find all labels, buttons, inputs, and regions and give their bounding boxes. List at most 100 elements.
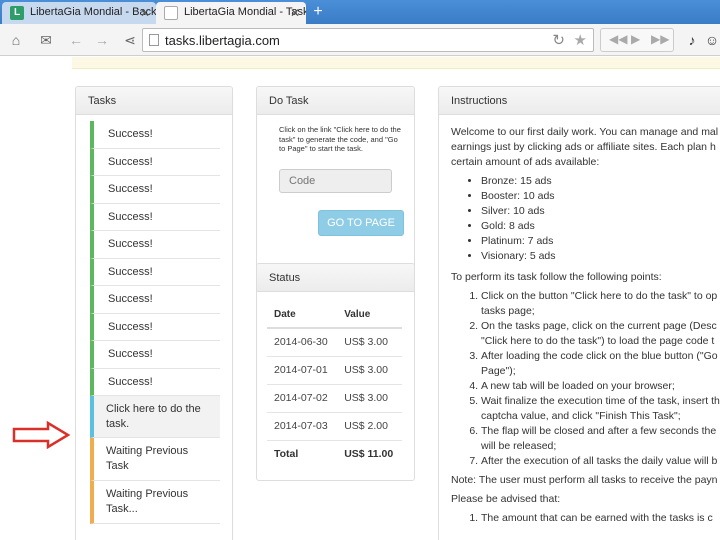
step-line: Wait finalize the execution time of the … bbox=[481, 395, 720, 407]
table-row: 2014-06-30 US$ 3.00 bbox=[267, 328, 402, 357]
browser-tab-backoffice[interactable]: L LibertaGia Mondial - BackOf ✕ bbox=[2, 2, 156, 24]
step-item: A new tab will be loaded on your browser… bbox=[481, 379, 720, 394]
forward-icon[interactable]: → bbox=[92, 30, 112, 50]
plan-item: Booster: 10 ads bbox=[481, 189, 720, 204]
task-item: Success! bbox=[90, 286, 220, 314]
instructions-panel: Instructions Welcome to our first daily … bbox=[438, 86, 720, 540]
step-item: Wait finalize the execution time of the … bbox=[481, 394, 720, 424]
row-value: US$ 2.00 bbox=[337, 412, 402, 441]
task-item: Success! bbox=[90, 121, 220, 149]
row-date: 2014-06-30 bbox=[267, 328, 338, 357]
advisory-list: The amount that can be earned with the t… bbox=[481, 511, 720, 526]
total-row: Total US$ 11.00 bbox=[267, 440, 402, 468]
browser-toolbar: ⌂ ✉ ← → ⋖ tasks.libertagia.com ↻ ★ ◀◀ ▶ … bbox=[0, 24, 720, 56]
browser-tabstrip: L LibertaGia Mondial - BackOf ✕ LibertaG… bbox=[0, 0, 720, 24]
cursor-arrow-icon bbox=[12, 421, 70, 449]
steps-intro: To perform its task follow the following… bbox=[451, 271, 662, 283]
intro-line: certain amount of ads available: bbox=[451, 156, 600, 168]
close-tab-icon[interactable]: ✕ bbox=[290, 6, 300, 20]
row-date: 2014-07-02 bbox=[267, 384, 338, 413]
status-panel-title: Status bbox=[257, 264, 414, 292]
step-line: captcha value, and click "Finish This Ta… bbox=[481, 410, 681, 422]
plans-list: Bronze: 15 ads Booster: 10 ads Silver: 1… bbox=[481, 174, 720, 264]
instructions-advised: Please be advised that: bbox=[451, 493, 561, 505]
plan-item: Visionary: 5 ads bbox=[481, 249, 720, 264]
intro-line: Welcome to our first daily work. You can… bbox=[451, 126, 719, 138]
task-item: Success! bbox=[90, 368, 220, 396]
reload-icon[interactable]: ↻ bbox=[552, 31, 565, 49]
step-item: After loading the code click on the blue… bbox=[481, 349, 720, 379]
step-line: On the tasks page, click on the current … bbox=[481, 320, 717, 332]
do-task-panel-title: Do Task bbox=[257, 87, 414, 115]
task-item: Success! bbox=[90, 231, 220, 259]
plan-item: Bronze: 15 ads bbox=[481, 174, 720, 189]
row-value: US$ 3.00 bbox=[337, 356, 402, 385]
code-input[interactable] bbox=[279, 169, 392, 193]
step-item: Click on the button "Click here to do th… bbox=[481, 289, 720, 319]
task-item: Waiting Previous Task bbox=[90, 438, 220, 481]
url-text[interactable]: tasks.libertagia.com bbox=[165, 33, 280, 48]
close-tab-icon[interactable]: ✕ bbox=[140, 6, 150, 20]
table-row: 2014-07-01 US$ 3.00 bbox=[267, 356, 402, 385]
tasks-panel: Tasks Success! Success! Success! Success! Su… bbox=[75, 86, 233, 540]
table-row: 2014-07-03 US$ 2.00 bbox=[267, 412, 402, 441]
page-content: Tasks Success! Success! Success! Success! Su… bbox=[0, 57, 720, 540]
step-line: The flap will be closed and after a few … bbox=[481, 425, 717, 437]
mail-icon[interactable]: ✉ bbox=[36, 30, 56, 50]
new-tab-button[interactable]: + bbox=[306, 3, 330, 21]
step-line: tasks page; bbox=[481, 305, 535, 317]
instructions-body: Welcome to our first daily work. You can… bbox=[439, 115, 720, 526]
tab-title: LibertaGia Mondial - Tasks bbox=[184, 6, 306, 18]
table-row: 2014-07-02 US$ 3.00 bbox=[267, 384, 402, 413]
extension-icon[interactable]: ☺ bbox=[702, 30, 720, 50]
task-item: Waiting Previous Task... bbox=[90, 481, 220, 524]
task-item: Success! bbox=[90, 341, 220, 369]
notice-strip bbox=[72, 57, 720, 69]
task-item: Success! bbox=[90, 148, 220, 176]
share-icon[interactable]: ⋖ bbox=[120, 30, 140, 50]
task-item: Success! bbox=[90, 203, 220, 231]
task-item: Success! bbox=[90, 176, 220, 204]
row-date: 2014-07-03 bbox=[267, 412, 338, 441]
step-line: "Click here to do the task") to load the… bbox=[481, 335, 715, 347]
music-icon[interactable]: ♪ bbox=[682, 30, 702, 50]
step-line: A new tab will be loaded on your browser… bbox=[481, 380, 675, 392]
intro-line: earnings just by clicking ads or affilia… bbox=[451, 141, 716, 153]
browser-tab-tasks[interactable]: LibertaGia Mondial - Tasks ✕ bbox=[156, 2, 306, 24]
step-line: will be released; bbox=[481, 440, 557, 452]
tasks-list: Success! Success! Success! Success! Success!… bbox=[76, 115, 232, 524]
media-controls: ◀◀ ▶ ▶▶ bbox=[600, 28, 674, 52]
advisory-item: The amount that can be earned with the t… bbox=[481, 511, 720, 526]
task-item: Success! bbox=[90, 313, 220, 341]
rewind-icon[interactable]: ◀◀ bbox=[609, 32, 627, 46]
current-task-link[interactable]: Click here to do the task. bbox=[90, 396, 220, 438]
status-panel: Status Date Value 2014-06-30 US$ 3.00 201… bbox=[256, 263, 415, 481]
row-value: US$ 3.00 bbox=[337, 384, 402, 413]
total-value: US$ 11.00 bbox=[344, 448, 394, 461]
back-icon[interactable]: ← bbox=[66, 30, 86, 50]
fast-forward-icon[interactable]: ▶▶ bbox=[651, 32, 669, 46]
step-line: Page"); bbox=[481, 365, 516, 377]
step-line: After loading the code click on the blue… bbox=[481, 350, 718, 362]
play-icon[interactable]: ▶ bbox=[631, 32, 640, 46]
tasks-panel-title: Tasks bbox=[76, 87, 232, 115]
step-item: After the execution of all tasks the dai… bbox=[481, 454, 720, 469]
home-icon[interactable]: ⌂ bbox=[6, 30, 26, 50]
column-header-value: Value bbox=[337, 302, 402, 329]
step-line: Click on the button "Click here to do th… bbox=[481, 290, 718, 302]
star-icon[interactable]: ★ bbox=[574, 31, 587, 49]
page-favicon-icon bbox=[164, 6, 178, 20]
plan-item: Platinum: 7 ads bbox=[481, 234, 720, 249]
step-item: On the tasks page, click on the current … bbox=[481, 319, 720, 349]
instructions-panel-title: Instructions bbox=[439, 87, 720, 115]
plan-item: Gold: 8 ads bbox=[481, 219, 720, 234]
libertagia-favicon-icon: L bbox=[10, 6, 24, 20]
instructions-intro: Welcome to our first daily work. You can… bbox=[451, 125, 720, 170]
go-to-page-button[interactable]: GO TO PAGE bbox=[318, 210, 404, 236]
address-bar[interactable]: tasks.libertagia.com ↻ ★ bbox=[142, 28, 594, 52]
page-icon bbox=[149, 34, 159, 46]
steps-list: Click on the button "Click here to do th… bbox=[481, 289, 720, 469]
total-label: Total bbox=[274, 448, 299, 461]
status-table: Date Value 2014-06-30 US$ 3.00 2014-07-01… bbox=[267, 302, 402, 468]
instructions-note: Note: The user must perform all tasks to… bbox=[451, 474, 718, 486]
